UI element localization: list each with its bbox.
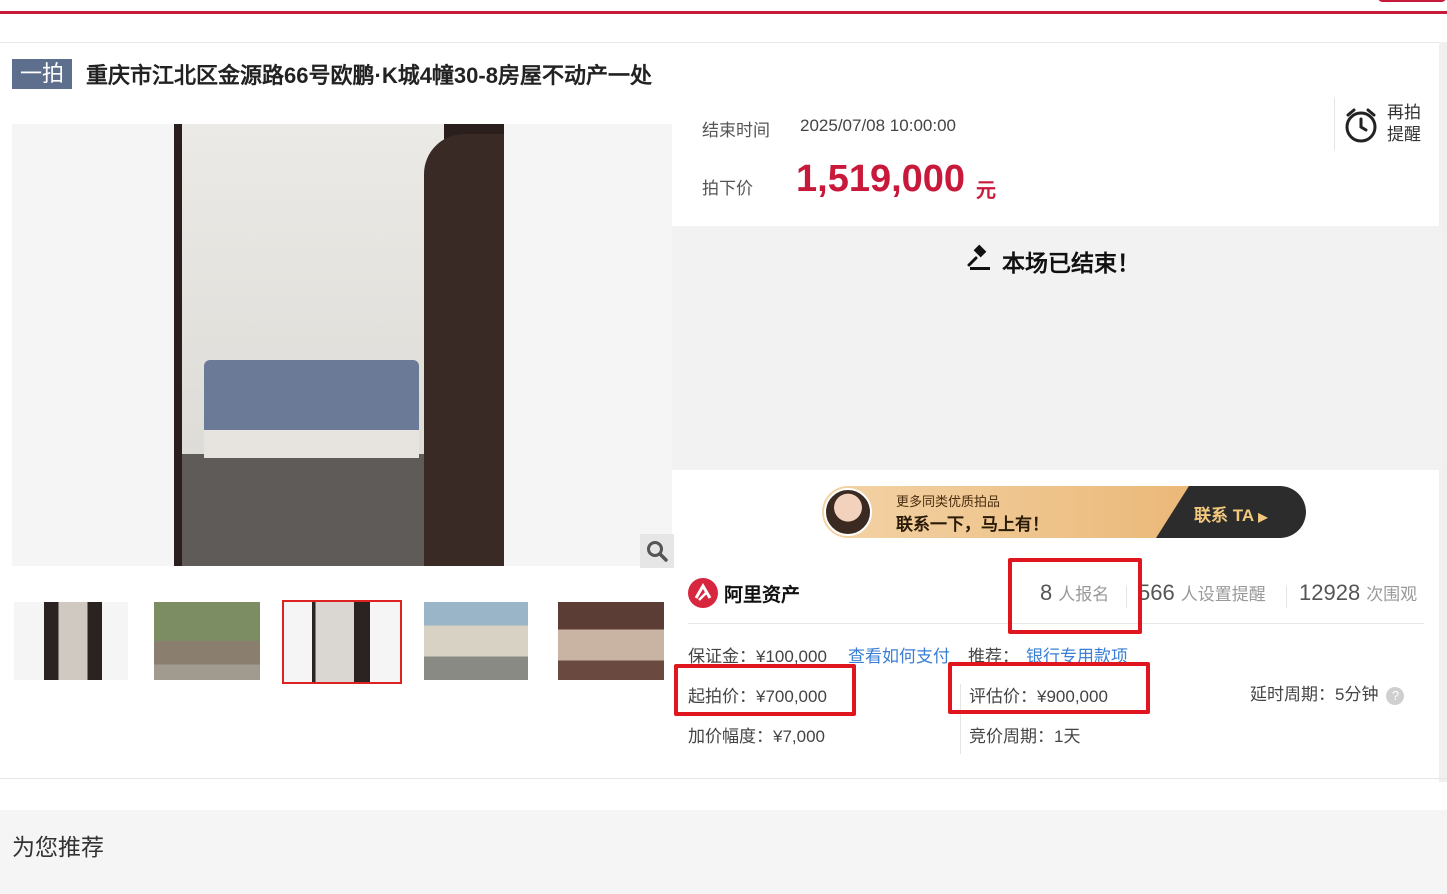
remind-button[interactable]: 再拍提醒 (1334, 98, 1434, 150)
thumbnail-strip (12, 600, 672, 686)
title-row: 一拍 重庆市江北区金源路66号欧鹏·K城4幢30-8房屋不动产一处 (12, 58, 652, 90)
end-time-label: 结束时间 (702, 121, 770, 140)
brand-name: 阿里资产 (724, 584, 801, 606)
contact-ta-button[interactable]: 联系 TA ▶ (1194, 501, 1267, 526)
thumbnail-1[interactable] (14, 602, 128, 680)
banner-line1: 更多同类优质拍品 (896, 494, 1001, 509)
alarm-clock-icon (1343, 106, 1379, 148)
zoom-icon[interactable] (640, 534, 674, 568)
top-bar-pill[interactable] (1377, 0, 1447, 2)
final-price: 1,519,000 (796, 158, 966, 200)
thumbnail-5[interactable] (558, 602, 664, 680)
how-to-pay-link[interactable]: 查看如何支付 (848, 642, 950, 667)
contact-banner[interactable]: 更多同类优质拍品 联系一下，马上有！ 联系 TA ▶ (822, 486, 1306, 538)
page-title: 重庆市江北区金源路66号欧鹏·K城4幢30-8房屋不动产一处 (86, 63, 652, 88)
bid-period: 竞价周期：1天 (969, 727, 1081, 746)
final-price-label: 拍下价 (702, 179, 753, 198)
thumbnail-3-selected[interactable] (282, 600, 402, 684)
help-icon[interactable]: ? (1386, 686, 1405, 705)
highlight-box-appraisal (948, 662, 1150, 714)
reminder-count: 566 人设置提醒 (1138, 580, 1266, 605)
main-photo-area (12, 124, 674, 568)
gavel-icon (966, 244, 994, 278)
thumbnail-2[interactable] (154, 602, 260, 680)
top-bar (0, 0, 1447, 14)
contact-banner-area: 更多同类优质拍品 联系一下，马上有！ 联系 TA ▶ (680, 470, 1434, 556)
end-time-value: 2025/07/08 10:00:00 (800, 116, 956, 135)
brand-logo: 阿里资产 (688, 578, 800, 608)
divider (0, 778, 1447, 779)
view-count: 12928 次围观 (1299, 580, 1418, 605)
highlight-box-start-price (674, 664, 856, 716)
extension-period: 延时周期：5分钟? (1250, 680, 1405, 705)
agent-avatar (824, 488, 872, 536)
ended-text: 本场已结束！ (1002, 250, 1140, 276)
auction-status-box: 本场已结束！ (672, 226, 1442, 470)
auction-ended-status: 本场已结束！ (966, 244, 1140, 278)
divider (0, 42, 1447, 43)
bid-increment: 加价幅度：¥7,000 (688, 727, 825, 746)
banner-line2: 联系一下，马上有！ (896, 515, 1049, 534)
highlight-box-signups (1008, 558, 1142, 634)
price-unit: 元 (976, 180, 996, 202)
auction-round-tag: 一拍 (12, 59, 73, 89)
ali-assets-logo-icon (688, 578, 718, 608)
recommend-section: 为您推荐 (0, 810, 1447, 894)
remind-label: 再拍提醒 (1387, 103, 1421, 144)
main-photo[interactable] (174, 124, 504, 566)
thumbnail-4[interactable] (424, 602, 528, 680)
recommend-heading: 为您推荐 (12, 834, 104, 860)
play-arrow-icon: ▶ (1258, 510, 1268, 524)
